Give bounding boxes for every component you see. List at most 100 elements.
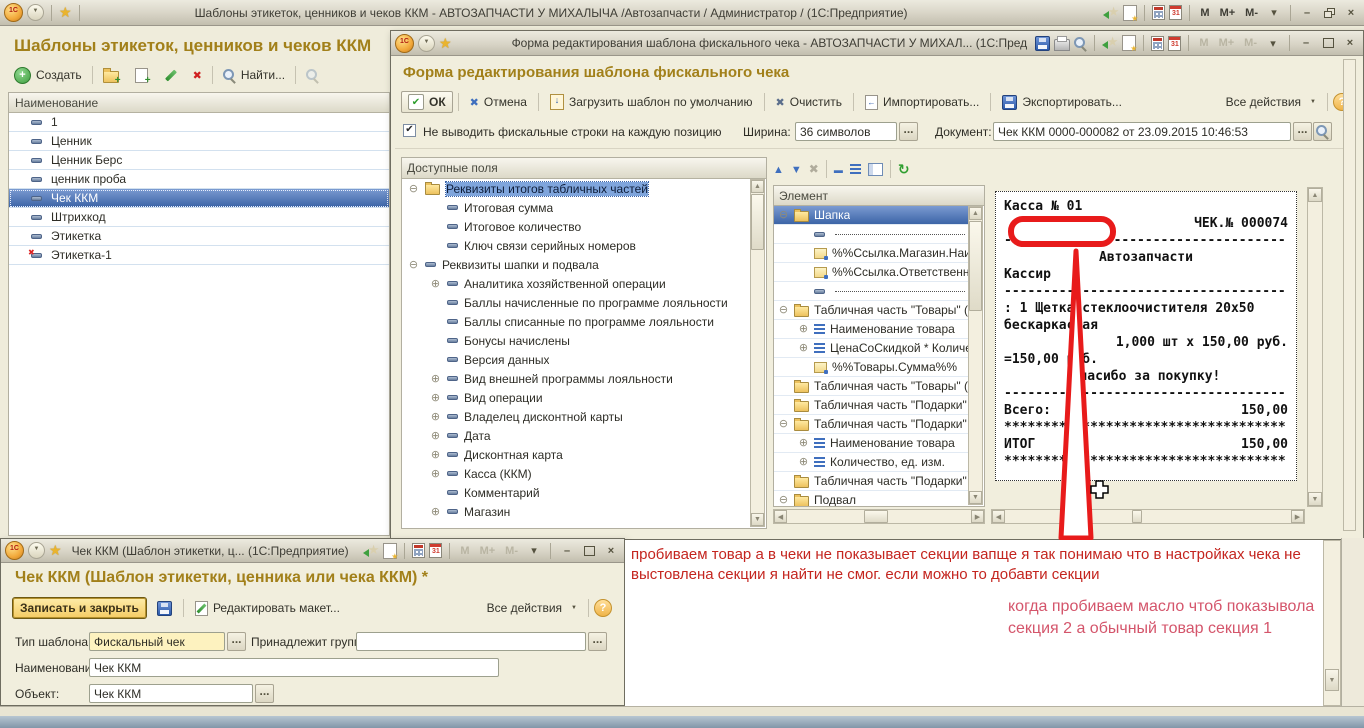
create-button[interactable]: Создать <box>8 65 88 86</box>
tree-item[interactable]: Магазин <box>402 502 750 521</box>
memory-mminus-button[interactable]: M- <box>1242 7 1261 19</box>
all-actions-button[interactable]: Все действия <box>1220 93 1322 111</box>
titlebar-chevron-button[interactable]: ▾ <box>1265 5 1283 21</box>
app-titlebar[interactable]: Шаблоны этикеток, ценников и чеков ККМ -… <box>0 0 1364 26</box>
element-item[interactable]: Табличная часть "Подарки" ( <box>774 396 968 415</box>
go-favorite-icon[interactable] <box>1102 36 1118 50</box>
save-button[interactable] <box>151 599 178 618</box>
load-default-button[interactable]: Загрузить шаблон по умолчанию <box>544 92 759 112</box>
calendar-icon[interactable] <box>429 543 442 558</box>
titlebar-chevron-button[interactable]: ▾ <box>525 543 543 559</box>
expand-icon[interactable] <box>430 411 441 423</box>
width-select-button[interactable] <box>899 122 918 141</box>
element-item[interactable]: Наименование товара <box>774 320 968 339</box>
object-field[interactable]: Чек ККМ <box>89 684 253 703</box>
element-item[interactable]: Шапка <box>774 206 968 225</box>
move-up-icon[interactable] <box>773 162 784 176</box>
expand-icon[interactable] <box>430 278 441 290</box>
list-item[interactable]: ценник проба <box>9 170 389 189</box>
onec-logo-icon[interactable] <box>4 3 23 22</box>
element-item[interactable]: %%Ссылка.Ответственны <box>774 263 968 282</box>
group-field[interactable] <box>356 632 586 651</box>
element-item[interactable] <box>774 225 968 244</box>
preview-icon[interactable] <box>1074 37 1087 50</box>
tree-item[interactable]: Бонусы начислены <box>402 331 750 350</box>
element-item[interactable]: Табличная часть "Подарки" ( <box>774 472 968 491</box>
expand-icon[interactable] <box>798 323 809 335</box>
restore-button[interactable] <box>1320 5 1338 21</box>
fields-scrollbar[interactable]: ▲ ▼ <box>750 179 765 527</box>
element-item[interactable]: Количество, ед. изм. <box>774 453 968 472</box>
no-fiscal-lines-checkbox[interactable] <box>403 124 416 137</box>
import-button[interactable]: Импортировать... <box>859 93 985 112</box>
delete-button[interactable] <box>187 66 208 84</box>
onec-logo-icon[interactable] <box>5 541 24 560</box>
list-item[interactable]: 1 <box>9 113 389 132</box>
calculator-icon[interactable] <box>1152 5 1165 20</box>
receipt-hscrollbar[interactable]: ◀ ▶ <box>991 509 1305 524</box>
expand-icon[interactable] <box>408 259 419 271</box>
element-item[interactable]: Табличная часть "Товары" (Ц <box>774 301 968 320</box>
tree-item[interactable]: Баллы списанные по программе лояльности <box>402 312 750 331</box>
list-item[interactable]: Ценник Берс <box>9 151 389 170</box>
tree-item[interactable]: Баллы начисленные по программе лояльност… <box>402 293 750 312</box>
cancel-button[interactable]: Отмена <box>464 93 533 111</box>
list-item[interactable]: Чек ККМ <box>9 189 389 208</box>
expand-icon[interactable] <box>798 456 809 468</box>
maximize-button[interactable] <box>580 543 598 559</box>
find-button[interactable]: Найти... <box>217 66 291 84</box>
close-button[interactable]: × <box>1341 35 1359 51</box>
expand-icon[interactable] <box>430 449 441 461</box>
tree-item[interactable]: Итоговое количество <box>402 217 750 236</box>
tree-item[interactable]: Касса (ККМ) <box>402 464 750 483</box>
favorites-star-icon[interactable] <box>439 35 452 52</box>
delete-element-icon[interactable]: ✖ <box>809 162 819 176</box>
object-select-button[interactable] <box>255 684 274 703</box>
minimize-button[interactable]: – <box>1297 35 1315 51</box>
tree-item[interactable]: Реквизиты шапки и подвала <box>402 255 750 274</box>
tree-item[interactable]: Дисконтная карта <box>402 445 750 464</box>
window-menu-chevron-icon[interactable] <box>27 4 44 21</box>
create-group-button[interactable] <box>97 66 125 85</box>
element-item[interactable] <box>774 282 968 301</box>
column-header[interactable]: Наименование <box>9 93 389 113</box>
expand-icon[interactable] <box>778 494 789 506</box>
memory-mminus-button[interactable]: M- <box>1241 37 1260 49</box>
calculator-icon[interactable] <box>1151 36 1164 51</box>
clear-button[interactable]: Очистить <box>770 93 848 111</box>
tree-item[interactable]: Реквизиты итогов табличных частей <box>402 179 750 198</box>
type-field[interactable]: Фискальный чек <box>89 632 225 651</box>
help-button[interactable] <box>594 599 612 617</box>
minimize-button[interactable]: – <box>558 543 576 559</box>
editor-window-scrollbar[interactable] <box>1343 59 1356 531</box>
element-hscrollbar[interactable]: ◀ ▶ <box>773 509 985 524</box>
close-button[interactable]: × <box>602 543 620 559</box>
element-item[interactable]: %%Товары.Сумма%% <box>774 358 968 377</box>
expand-icon[interactable] <box>430 506 441 518</box>
expand-icon[interactable] <box>430 373 441 385</box>
add-separator-icon[interactable] <box>834 162 843 176</box>
expand-icon[interactable] <box>430 468 441 480</box>
editor-titlebar[interactable]: Форма редактирования шаблона фискального… <box>391 31 1363 56</box>
list-item[interactable]: Штрихкод <box>9 208 389 227</box>
copy-button[interactable] <box>129 66 154 85</box>
name-field[interactable]: Чек ККМ <box>89 658 499 677</box>
element-scrollbar[interactable]: ▲ ▼ <box>968 206 983 505</box>
favorites-star-icon[interactable] <box>59 4 72 21</box>
memory-m-button[interactable]: M <box>1197 7 1212 19</box>
expand-icon[interactable] <box>798 437 809 449</box>
list-item[interactable]: Этикетка-1 <box>9 246 389 265</box>
element-item[interactable]: Табличная часть "Подарки" <box>774 415 968 434</box>
add-favorite-icon[interactable] <box>1122 35 1136 51</box>
go-favorite-icon[interactable] <box>363 544 379 558</box>
expand-icon[interactable] <box>408 183 419 195</box>
memory-mplus-button[interactable]: M+ <box>1216 37 1238 49</box>
element-item[interactable]: %%Ссылка.Магазин.Наим <box>774 244 968 263</box>
edit-button[interactable] <box>158 67 183 84</box>
calculator-icon[interactable] <box>412 543 425 558</box>
go-favorite-icon[interactable] <box>1103 6 1119 20</box>
tree-item[interactable]: Дата <box>402 426 750 445</box>
element-item[interactable]: Подвал <box>774 491 968 506</box>
tree-item[interactable]: Владелец дисконтной карты <box>402 407 750 426</box>
ok-button[interactable]: ОК <box>401 91 453 113</box>
